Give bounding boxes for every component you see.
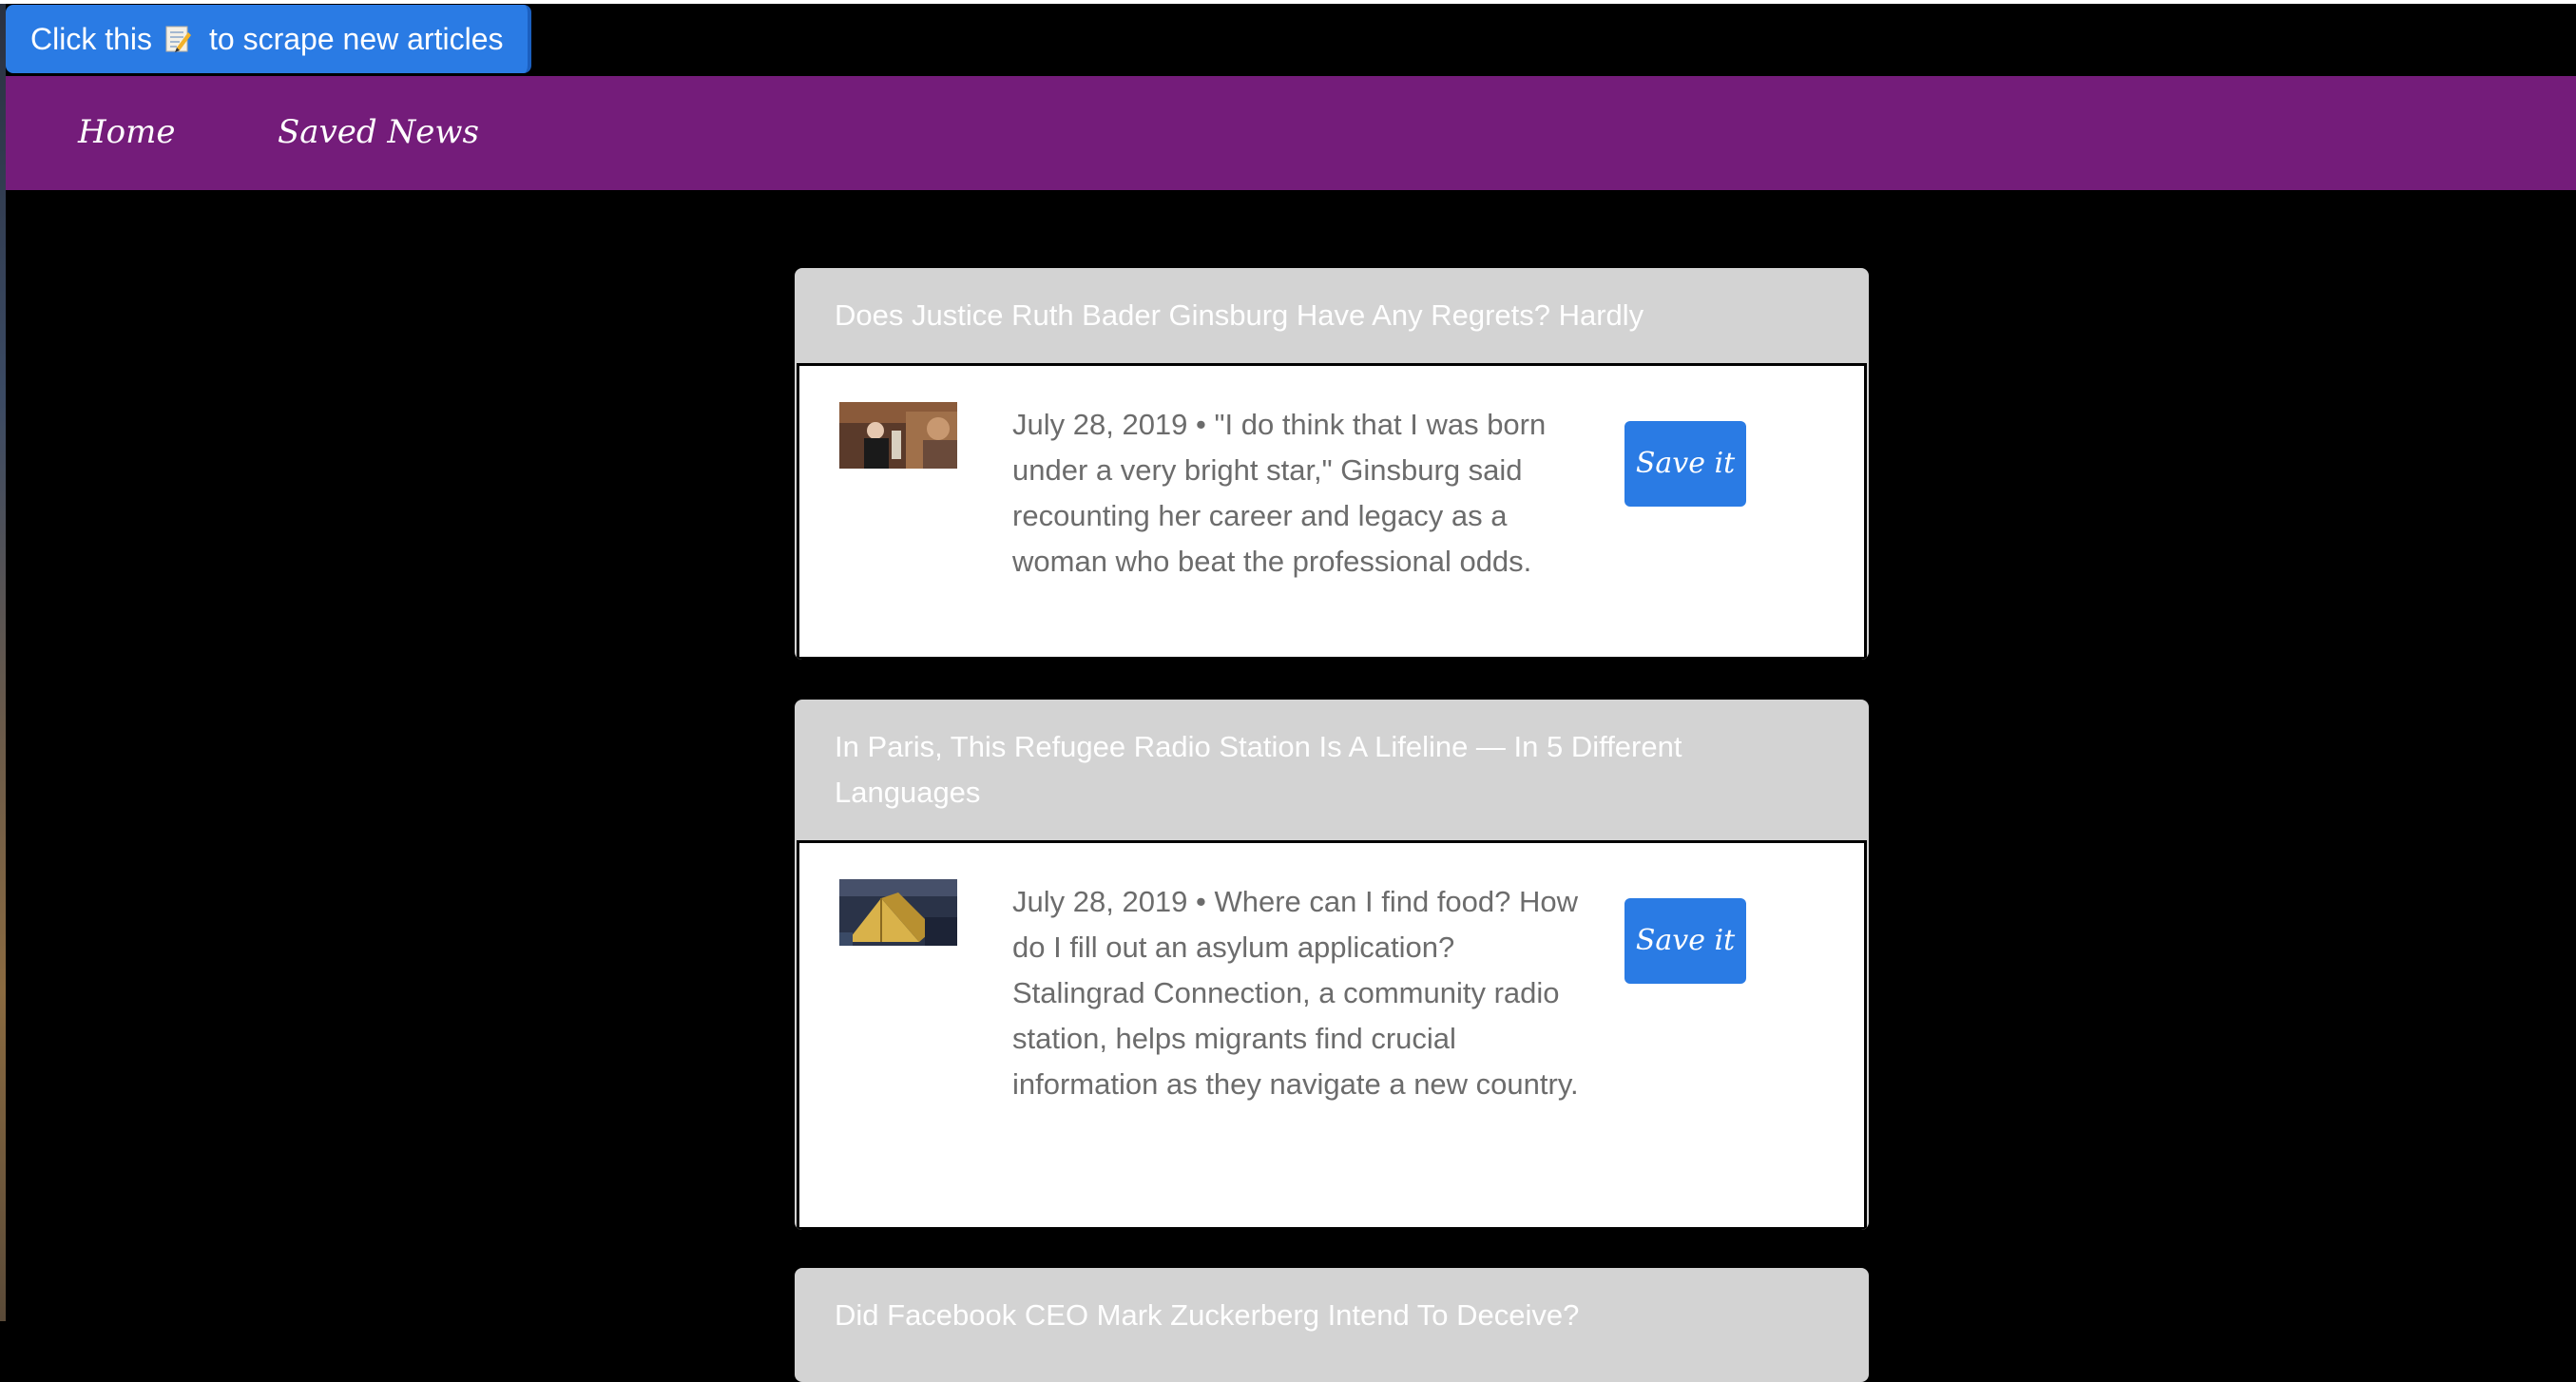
photo-ginsburg-icon [839,402,957,469]
article-body: July 28, 2019 • "I do think that I was b… [797,363,1867,660]
scrape-button-label-end: to scrape new articles [209,22,504,56]
navbar: Home Saved News [6,76,2576,190]
scrape-articles-button[interactable]: Click this to scrape new articles [6,5,532,73]
window-top-edge [0,0,2576,4]
article-title: Does Justice Ruth Bader Ginsburg Have An… [835,298,1644,332]
scrape-button-label-start: Click this [30,22,153,56]
article-summary: July 28, 2019 • "I do think that I was b… [1012,408,1547,578]
save-article-button[interactable]: Save it [1624,421,1746,507]
photo-tents-icon [839,879,957,946]
save-article-button[interactable]: Save it [1624,898,1746,984]
nav-saved-news-link[interactable]: Saved News [278,76,479,190]
article-thumbnail [839,402,957,469]
article-card: Did Facebook CEO Mark Zuckerberg Intend … [795,1268,1869,1382]
desktop-background-strip [0,0,6,1321]
article-card: Does Justice Ruth Bader Ginsburg Have An… [795,268,1869,660]
article-title: Did Facebook CEO Mark Zuckerberg Intend … [835,1298,1580,1332]
article-card: In Paris, This Refugee Radio Station Is … [795,700,1869,1230]
article-summary: July 28, 2019 • Where can I find food? H… [1012,885,1579,1101]
article-thumbnail [839,879,957,946]
nav-home-link[interactable]: Home [78,76,175,190]
memo-icon [163,25,192,53]
article-title: In Paris, This Refugee Radio Station Is … [835,730,1682,809]
article-body: July 28, 2019 • Where can I find food? H… [797,840,1867,1230]
